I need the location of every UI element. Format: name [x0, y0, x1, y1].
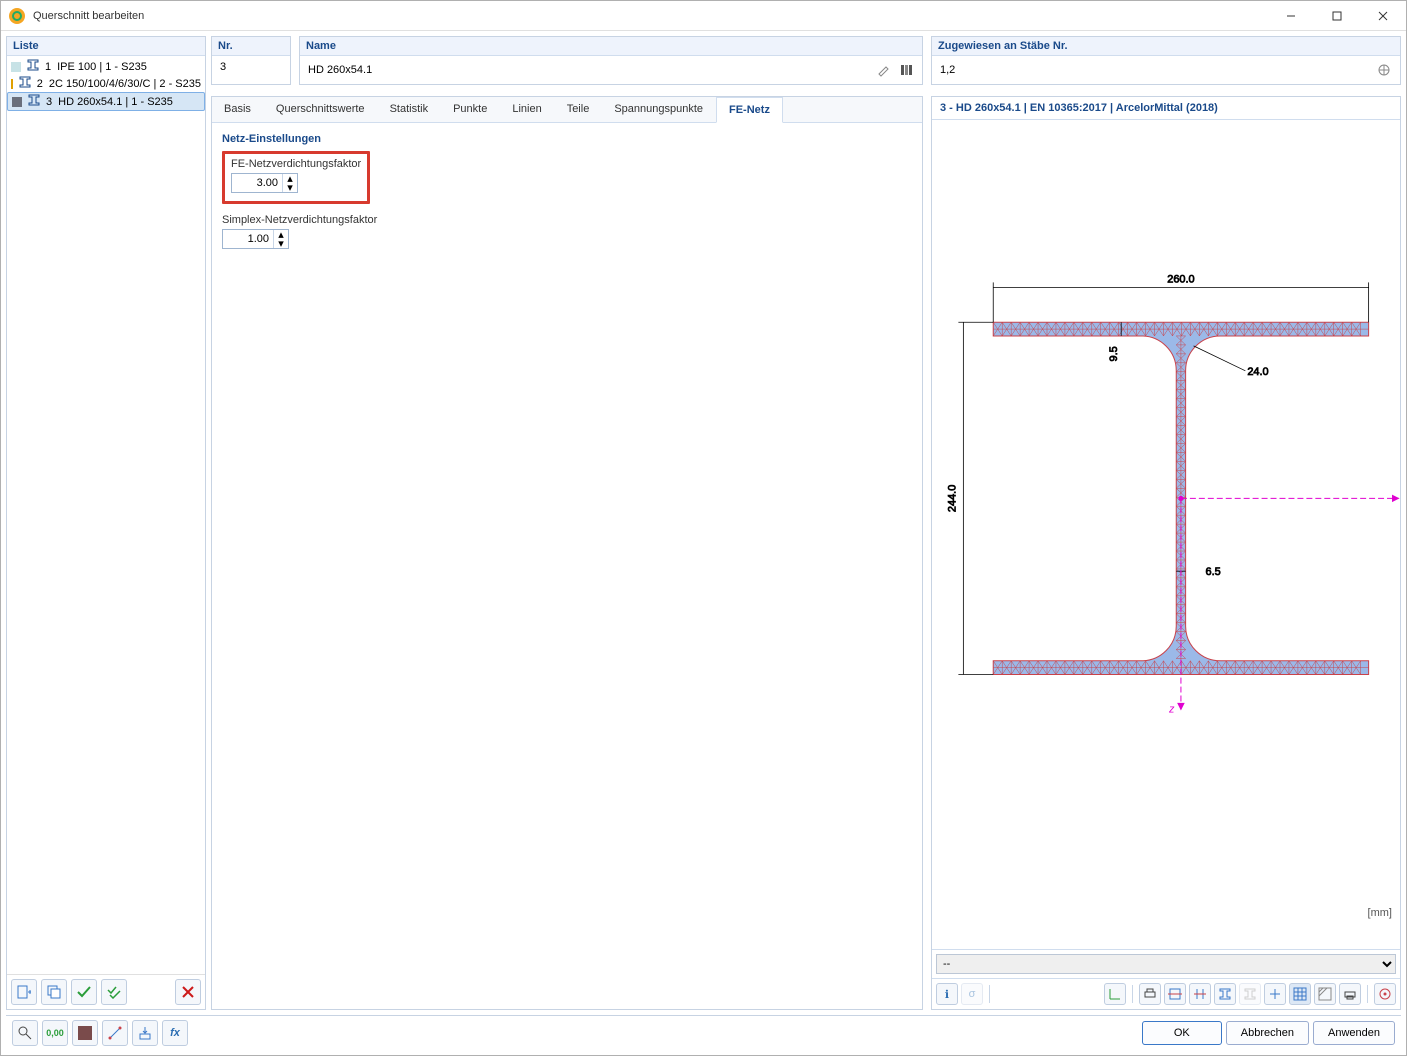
- app-icon: [9, 8, 25, 24]
- list-item[interactable]: 1IPE 100 | 1 - S235: [7, 58, 205, 75]
- nr-label: Nr.: [212, 37, 290, 56]
- dim2-icon[interactable]: [1189, 983, 1211, 1005]
- hatch-icon[interactable]: [1314, 983, 1336, 1005]
- section-list[interactable]: 1IPE 100 | 1 - S23522C 150/100/4/6/30/C …: [7, 56, 205, 974]
- i-shape-icon: [28, 94, 40, 109]
- section-list-header: Liste: [7, 37, 205, 56]
- sigma-icon[interactable]: σ: [961, 983, 983, 1005]
- member-icon[interactable]: [102, 1020, 128, 1046]
- tabs: BasisQuerschnittswerteStatistikPunkteLin…: [212, 97, 922, 123]
- window-title: Querschnitt bearbeiten: [33, 10, 144, 22]
- fe-factor-highlight: FE-Netzverdichtungsfaktor ▴▾: [222, 151, 370, 204]
- name-input[interactable]: [306, 63, 874, 77]
- print-icon[interactable]: [1139, 983, 1161, 1005]
- preview-dropdown[interactable]: --: [936, 954, 1396, 974]
- svg-text:9.5: 9.5: [1108, 346, 1120, 361]
- help-icon[interactable]: [12, 1020, 38, 1046]
- axes-icon[interactable]: [1264, 983, 1286, 1005]
- fe-down[interactable]: ▾: [283, 183, 297, 192]
- list-item[interactable]: 22C 150/100/4/6/30/C | 2 - S235: [7, 75, 205, 92]
- preview-canvas: 260.0244.09.56.524.0yz [mm]: [932, 120, 1400, 949]
- svg-text:244.0: 244.0: [946, 485, 958, 512]
- view-axes-icon[interactable]: [1104, 983, 1126, 1005]
- color-icon[interactable]: [72, 1020, 98, 1046]
- fe-factor-input[interactable]: [232, 174, 282, 192]
- print2-icon[interactable]: [1339, 983, 1361, 1005]
- i-shape-icon: [19, 76, 31, 91]
- grid-icon[interactable]: [1289, 983, 1311, 1005]
- copy-button[interactable]: [41, 979, 67, 1005]
- ishape-2-icon[interactable]: [1239, 983, 1261, 1005]
- svg-text:260.0: 260.0: [1167, 273, 1194, 285]
- assigned-label: Zugewiesen an Stäbe Nr.: [932, 37, 1400, 56]
- tab-statistik[interactable]: Statistik: [378, 97, 442, 122]
- tab-teile[interactable]: Teile: [555, 97, 603, 122]
- tab-querschnittswerte[interactable]: Querschnittswerte: [264, 97, 378, 122]
- list-item[interactable]: 3HD 260x54.1 | 1 - S235: [7, 92, 205, 111]
- cancel-button[interactable]: Abbrechen: [1226, 1021, 1309, 1045]
- simplex-factor-label: Simplex-Netzverdichtungsfaktor: [222, 214, 912, 226]
- info-icon[interactable]: ℹ: [936, 983, 958, 1005]
- export-icon[interactable]: [132, 1020, 158, 1046]
- ishape-1-icon[interactable]: [1214, 983, 1236, 1005]
- edit-icon[interactable]: [874, 60, 894, 80]
- svg-text:6.5: 6.5: [1206, 566, 1221, 578]
- svg-text:24.0: 24.0: [1247, 366, 1268, 378]
- name-label: Name: [300, 37, 922, 56]
- maximize-button[interactable]: [1314, 1, 1360, 30]
- preview-title: 3 - HD 260x54.1 | EN 10365:2017 | Arcelo…: [932, 97, 1400, 120]
- preview-panel: 3 - HD 260x54.1 | EN 10365:2017 | Arcelo…: [931, 96, 1401, 1010]
- simplex-down[interactable]: ▾: [274, 239, 288, 248]
- apply-button[interactable]: Anwenden: [1313, 1021, 1395, 1045]
- tab-linien[interactable]: Linien: [500, 97, 554, 122]
- target-icon[interactable]: [1374, 983, 1396, 1005]
- i-shape-icon: [27, 59, 39, 74]
- titlebar: Querschnitt bearbeiten: [1, 1, 1406, 31]
- fe-factor-label: FE-Netzverdichtungsfaktor: [231, 158, 361, 170]
- check-all-button[interactable]: [101, 979, 127, 1005]
- mesh-settings-title: Netz-Einstellungen: [222, 133, 912, 145]
- pick-icon[interactable]: [1374, 60, 1394, 80]
- unit-label: [mm]: [1368, 907, 1392, 919]
- close-button[interactable]: [1360, 1, 1406, 30]
- svg-text:z: z: [1168, 703, 1175, 715]
- tab-fe-netz[interactable]: FE-Netz: [716, 97, 783, 123]
- check-one-button[interactable]: [71, 979, 97, 1005]
- simplex-factor-spinner[interactable]: ▴▾: [222, 229, 289, 249]
- library-icon[interactable]: [896, 60, 916, 80]
- assigned-input[interactable]: [938, 63, 1374, 77]
- tab-basis[interactable]: Basis: [212, 97, 264, 122]
- units-icon[interactable]: 0,00: [42, 1020, 68, 1046]
- fx-icon[interactable]: fx: [162, 1020, 188, 1046]
- section-list-panel: Liste 1IPE 100 | 1 - S23522C 150/100/4/6…: [6, 36, 206, 1010]
- dim1-icon[interactable]: [1164, 983, 1186, 1005]
- new-button[interactable]: [11, 979, 37, 1005]
- delete-button[interactable]: [175, 979, 201, 1005]
- minimize-button[interactable]: [1268, 1, 1314, 30]
- ok-button[interactable]: OK: [1142, 1021, 1222, 1045]
- tab-punkte[interactable]: Punkte: [441, 97, 500, 122]
- tab-spannungspunkte[interactable]: Spannungspunkte: [602, 97, 716, 122]
- fe-factor-spinner[interactable]: ▴▾: [231, 173, 298, 193]
- simplex-factor-input[interactable]: [223, 230, 273, 248]
